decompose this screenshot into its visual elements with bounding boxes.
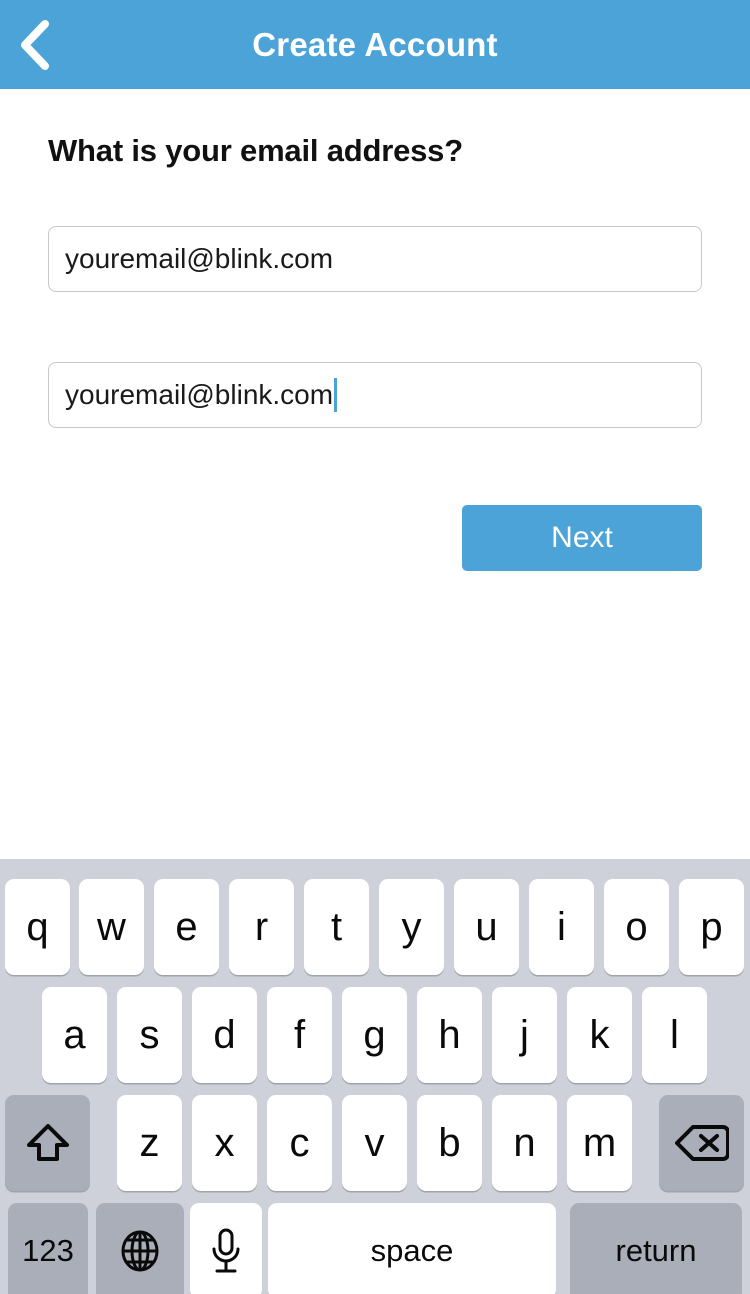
globe-key[interactable]	[96, 1203, 184, 1294]
key-h[interactable]: h	[417, 987, 482, 1083]
key-v[interactable]: v	[342, 1095, 407, 1191]
key-s[interactable]: s	[117, 987, 182, 1083]
dictation-key[interactable]	[190, 1203, 262, 1294]
key-y[interactable]: y	[379, 879, 444, 975]
key-w[interactable]: w	[79, 879, 144, 975]
keyboard-row-2: a s d f g h j k l	[0, 987, 750, 1083]
key-c[interactable]: c	[267, 1095, 332, 1191]
space-key[interactable]: space	[268, 1203, 556, 1294]
confirm-email-field[interactable]: youremail@blink.com	[48, 362, 702, 428]
microphone-icon	[212, 1228, 240, 1273]
globe-icon	[121, 1230, 159, 1272]
key-g[interactable]: g	[342, 987, 407, 1083]
key-p[interactable]: p	[679, 879, 744, 975]
shift-arrow-icon	[26, 1124, 69, 1161]
key-r[interactable]: r	[229, 879, 294, 975]
on-screen-keyboard: q w e r t y u i o p a s d f g h j k l z …	[0, 859, 750, 1294]
key-q[interactable]: q	[5, 879, 70, 975]
key-z[interactable]: z	[117, 1095, 182, 1191]
key-u[interactable]: u	[454, 879, 519, 975]
key-j[interactable]: j	[492, 987, 557, 1083]
return-key[interactable]: return	[570, 1203, 742, 1294]
keyboard-row-3: z x c v b n m	[0, 1095, 750, 1191]
key-k[interactable]: k	[567, 987, 632, 1083]
keyboard-row-1: q w e r t y u i o p	[0, 879, 750, 975]
page-title: Create Account	[252, 25, 498, 63]
key-o[interactable]: o	[604, 879, 669, 975]
key-a[interactable]: a	[42, 987, 107, 1083]
confirm-email-field-value: youremail@blink.com	[65, 379, 334, 410]
text-caret	[334, 378, 338, 412]
backspace-key[interactable]	[659, 1095, 744, 1191]
key-m[interactable]: m	[567, 1095, 632, 1191]
chevron-left-icon	[21, 20, 49, 70]
key-f[interactable]: f	[267, 987, 332, 1083]
next-button[interactable]: Next	[462, 505, 702, 571]
key-d[interactable]: d	[192, 987, 257, 1083]
form-area: What is your email address? youremail@bl…	[0, 89, 750, 859]
back-button[interactable]	[0, 12, 70, 78]
navigation-bar: Create Account	[0, 0, 750, 89]
key-n[interactable]: n	[492, 1095, 557, 1191]
question-label: What is your email address?	[48, 133, 463, 168]
key-x[interactable]: x	[192, 1095, 257, 1191]
keyboard-row-4: 123 space return	[0, 1203, 750, 1294]
key-b[interactable]: b	[417, 1095, 482, 1191]
backspace-icon	[674, 1125, 729, 1161]
key-i[interactable]: i	[529, 879, 594, 975]
email-field-value: youremail@blink.com	[65, 243, 334, 274]
key-t[interactable]: t	[304, 879, 369, 975]
create-account-screen: Create Account What is your email addres…	[0, 0, 750, 1294]
key-l[interactable]: l	[642, 987, 707, 1083]
email-field[interactable]: youremail@blink.com	[48, 226, 702, 292]
key-e[interactable]: e	[154, 879, 219, 975]
numbers-key[interactable]: 123	[8, 1203, 88, 1294]
shift-key[interactable]	[5, 1095, 90, 1191]
